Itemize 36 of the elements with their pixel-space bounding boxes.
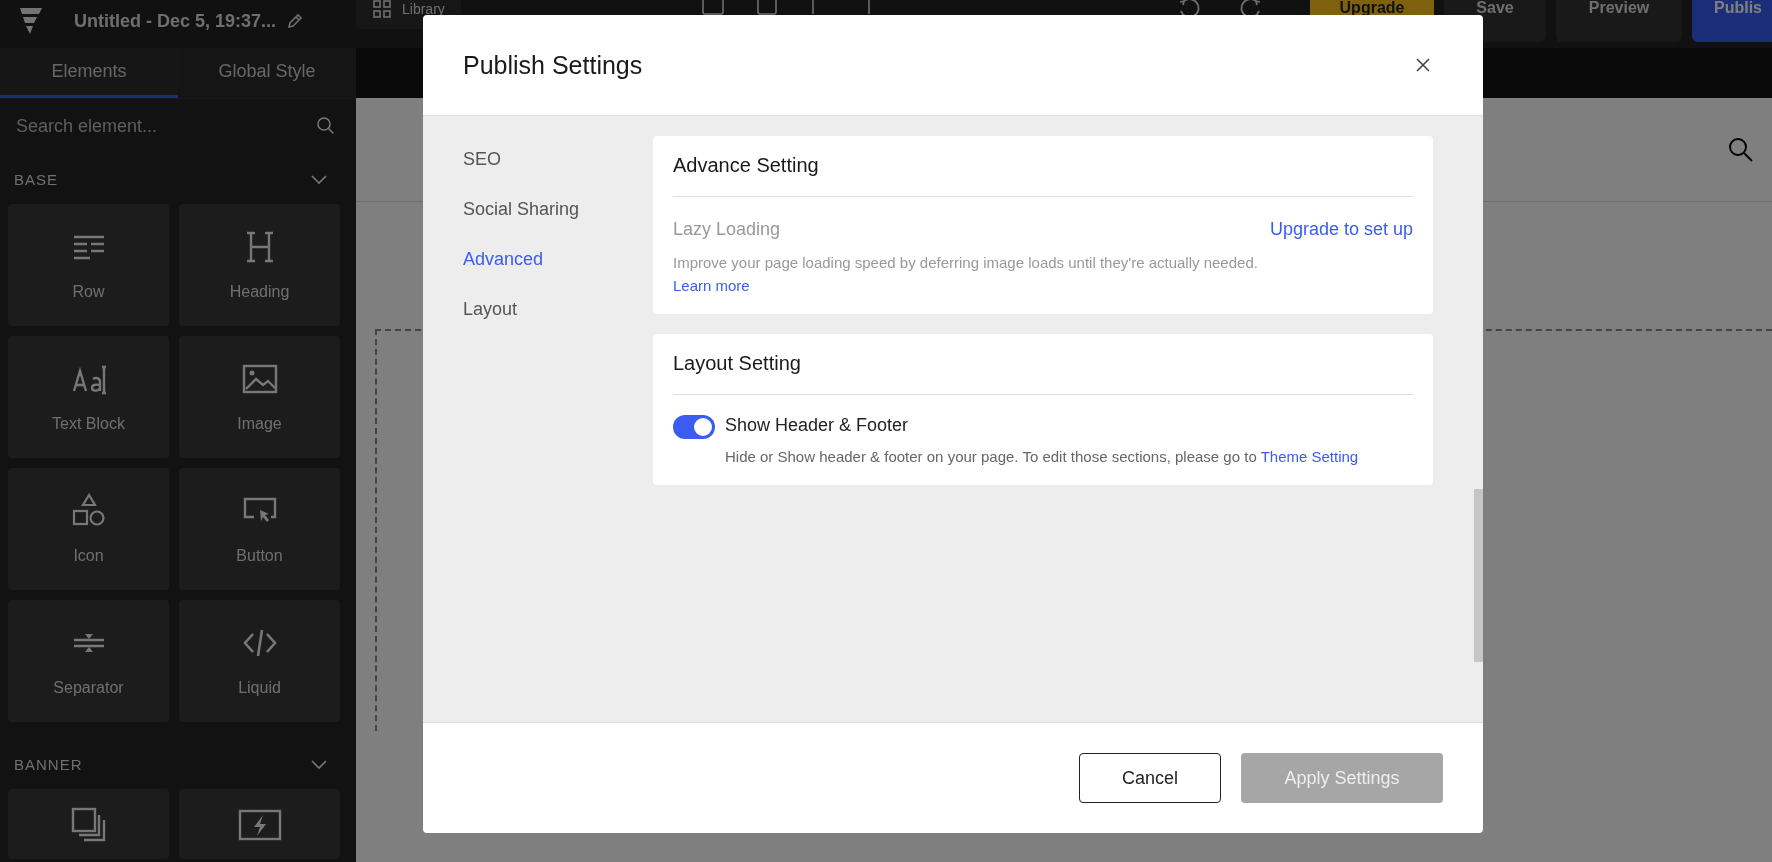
- element-tile[interactable]: Icon: [8, 468, 169, 590]
- settings-nav-item[interactable]: Advanced: [463, 234, 544, 284]
- element-tile[interactable]: Row: [8, 204, 169, 326]
- tile-label: Row: [72, 283, 105, 301]
- element-tile[interactable]: Heading: [179, 204, 340, 326]
- theme-setting-link[interactable]: Theme Setting: [1260, 448, 1359, 465]
- section-title: BANNER: [14, 756, 83, 773]
- tile-label: Image: [237, 415, 282, 433]
- tile-label: Text Block: [52, 415, 125, 433]
- publish-button[interactable]: Publis: [1692, 0, 1772, 42]
- tile-label: Icon: [73, 547, 104, 565]
- setting-description: Improve your page loading speed by deferring image loads until they're actually needed.: [673, 254, 1259, 271]
- tile-label: Heading: [229, 283, 290, 301]
- cancel-button[interactable]: Cancel: [1079, 753, 1221, 803]
- toolbar-button[interactable]: Preview: [1556, 0, 1682, 42]
- element-tile[interactable]: Button: [179, 468, 340, 590]
- card-title: Layout Setting: [673, 334, 1413, 395]
- section-title: BASE: [14, 171, 59, 188]
- settings-nav-item[interactable]: Social Sharing: [463, 184, 580, 234]
- settings-nav-item[interactable]: SEO: [463, 134, 501, 184]
- sidebar-tab[interactable]: Elements: [0, 48, 178, 98]
- tile-label: Separator: [53, 679, 124, 697]
- element-tile[interactable]: Liquid: [179, 600, 340, 722]
- card-title: Advance Setting: [673, 136, 1413, 197]
- setting-description: Hide or Show header & footer on your page. To edit those sections, please go to Theme Setting: [725, 448, 1359, 465]
- element-tile[interactable]: Separator: [8, 600, 169, 722]
- tile-label: Button: [236, 547, 283, 565]
- document-title: Untitled - Dec 5, 19:37...: [74, 10, 277, 32]
- dialog-title: Publish Settings: [463, 50, 643, 80]
- element-tile[interactable]: Image: [179, 336, 340, 458]
- search-field[interactable]: Search element...: [14, 114, 316, 138]
- tile-label: Liquid: [238, 679, 281, 697]
- element-tile[interactable]: Text Block: [8, 336, 169, 458]
- setting-label: Lazy Loading: [673, 219, 781, 240]
- settings-nav-item[interactable]: Layout: [463, 284, 518, 334]
- setting-label: Show Header & Footer: [725, 415, 910, 436]
